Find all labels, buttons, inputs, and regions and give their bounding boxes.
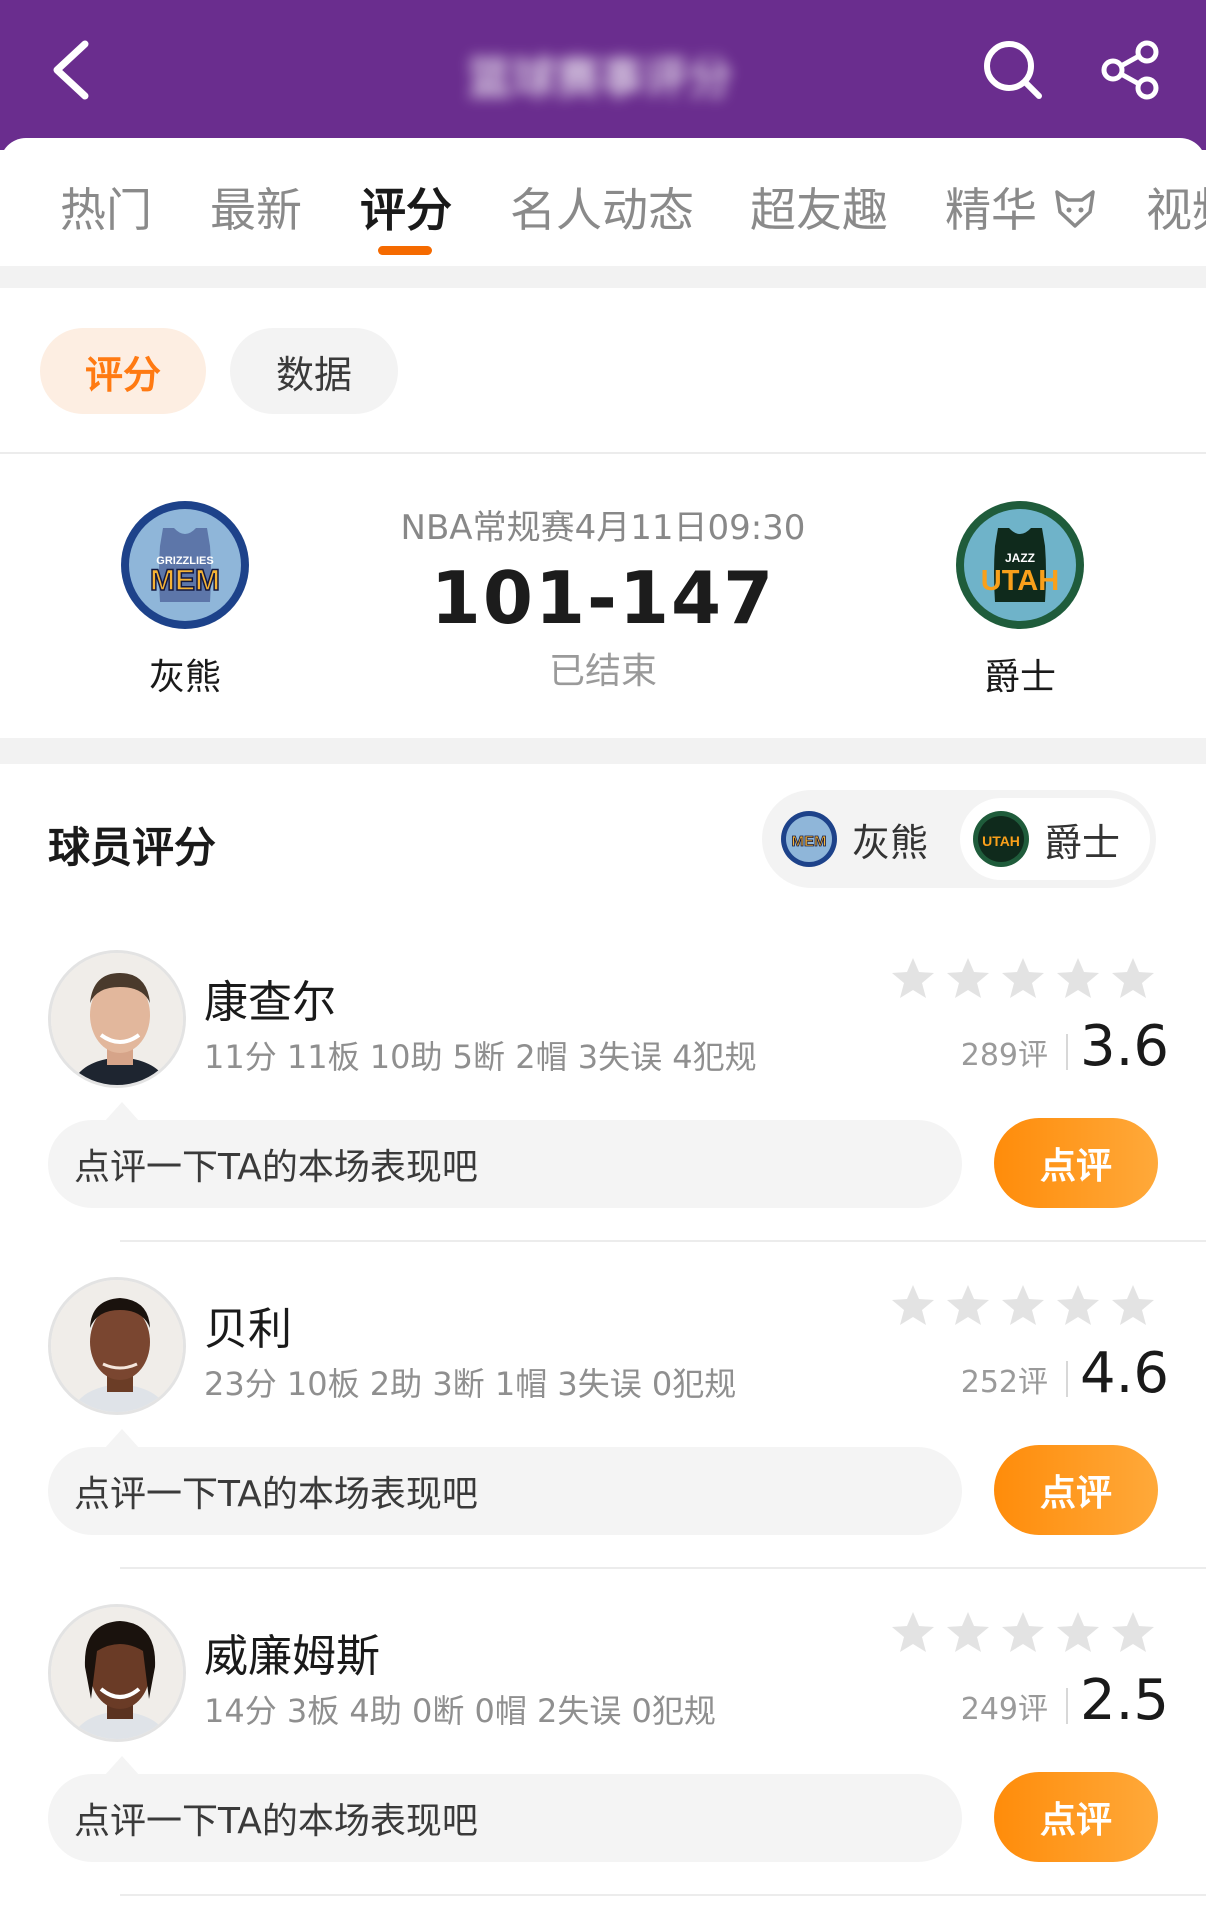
divider-line [120, 1567, 1206, 1569]
team-switch-away[interactable]: UTAH 爵士 [960, 798, 1150, 880]
chevron-left-icon [53, 40, 89, 100]
rating-count: 252评 [960, 1365, 1048, 1400]
team-switch: MEM 灰熊 UTAH 爵士 [762, 790, 1156, 888]
player-name: 康查尔 [204, 977, 336, 1028]
rate-button[interactable]: 点评 [994, 1772, 1158, 1862]
section-separator [0, 738, 1206, 764]
rating-count: 249评 [960, 1692, 1048, 1727]
tab-rating[interactable]: 评分 [360, 174, 452, 240]
subtab-data[interactable]: 数据 [230, 328, 398, 414]
away-team-name: 爵士 [983, 657, 1056, 698]
comment-input[interactable]: 点评一下TA的本场表现吧 [48, 1120, 962, 1208]
star-icon[interactable] [890, 1610, 936, 1656]
star-icon[interactable] [945, 956, 991, 1002]
tab-celebrity[interactable]: 名人动态 [510, 174, 694, 240]
section-separator [0, 266, 1206, 288]
back-button[interactable] [30, 30, 110, 110]
divider-line [0, 452, 1206, 454]
section-title: 球员评分 [48, 823, 217, 872]
divider-line [1066, 1688, 1068, 1724]
star-icon[interactable] [1110, 1283, 1156, 1329]
star-icon[interactable] [945, 1283, 991, 1329]
home-team-name: 灰熊 [148, 657, 221, 698]
star-icon[interactable] [1110, 1610, 1156, 1656]
grizzlies-mini-logo: MEM [781, 811, 837, 867]
player-stats: 14分 3板 4助 0断 0帽 2失误 0犯规 [204, 1692, 716, 1730]
star-icon[interactable] [1000, 1283, 1046, 1329]
tab-superfun[interactable]: 超友趣 [750, 174, 888, 240]
bubble-tip [104, 1756, 140, 1776]
divider-line [120, 1894, 1206, 1896]
rating-stars[interactable] [890, 1610, 1160, 1658]
comment-input[interactable]: 点评一下TA的本场表现吧 [48, 1447, 962, 1535]
star-icon[interactable] [1000, 956, 1046, 1002]
top-bar: 篮球赛事评分 [0, 0, 1206, 150]
subtab-rating[interactable]: 评分 [40, 328, 206, 414]
divider-line [1066, 1361, 1068, 1397]
svg-text:JAZZ: JAZZ [1005, 551, 1035, 565]
player-card: 贝利 23分 10板 2助 3断 1帽 3失误 0犯规 252评 4.6 点评一… [0, 1277, 1206, 1603]
player-name: 贝利 [204, 1304, 292, 1355]
team-switch-home-label: 灰熊 [852, 820, 929, 865]
main-tabs: 热门 最新 评分 名人动态 超友趣 精华 视频 [0, 138, 1206, 266]
svg-text:MEM: MEM [792, 833, 827, 850]
player-avatar [48, 1604, 186, 1742]
star-icon[interactable] [1055, 1283, 1101, 1329]
player-score: 4.6 [1080, 1341, 1170, 1406]
rating-count: 289评 [960, 1038, 1048, 1073]
star-icon[interactable] [890, 956, 936, 1002]
search-button[interactable] [975, 32, 1051, 108]
player-score: 3.6 [1080, 1014, 1170, 1079]
match-info: NBA常规赛4月11日09:30 [400, 508, 806, 548]
active-tab-indicator [378, 246, 432, 255]
rating-stars[interactable] [890, 1283, 1160, 1331]
rate-button[interactable]: 点评 [994, 1118, 1158, 1208]
jazz-mini-logo: UTAH [973, 811, 1029, 867]
player-avatar [48, 1277, 186, 1415]
player-stats: 11分 11板 10助 5断 2帽 3失误 4犯规 [204, 1038, 757, 1076]
svg-text:UTAH: UTAH [981, 565, 1059, 597]
match-score: 101-147 [430, 556, 776, 640]
team-switch-home[interactable]: MEM 灰熊 [768, 798, 958, 880]
rating-stars[interactable] [890, 956, 1160, 1004]
star-icon[interactable] [1110, 956, 1156, 1002]
star-icon[interactable] [1055, 1610, 1101, 1656]
tab-latest[interactable]: 最新 [210, 174, 302, 240]
tab-highlights-label: 精华 [945, 183, 1037, 237]
player-avatar [48, 950, 186, 1088]
star-icon[interactable] [945, 1610, 991, 1656]
svg-text:MEM: MEM [150, 564, 220, 597]
comment-input[interactable]: 点评一下TA的本场表现吧 [48, 1774, 962, 1862]
player-name: 威廉姆斯 [204, 1631, 380, 1682]
player-stats: 23分 10板 2助 3断 1帽 3失误 0犯规 [204, 1365, 737, 1403]
player-card: 康查尔 11分 11板 10助 5断 2帽 3失误 4犯规 289评 3.6 点… [0, 950, 1206, 1276]
star-icon[interactable] [1000, 1610, 1046, 1656]
team-switch-away-label: 爵士 [1044, 820, 1121, 865]
tab-video[interactable]: 视频 [1146, 174, 1206, 240]
svg-text:UTAH: UTAH [982, 833, 1020, 849]
match-status: 已结束 [548, 651, 657, 692]
divider-line [1066, 1034, 1068, 1070]
page-title: 篮球赛事评分 [468, 53, 732, 102]
bubble-tip [104, 1429, 140, 1449]
rate-button[interactable]: 点评 [994, 1445, 1158, 1535]
bubble-tip [104, 1102, 140, 1122]
tab-hot[interactable]: 热门 [60, 174, 152, 240]
jazz-logo: JAZZ UTAH [956, 501, 1084, 629]
share-button[interactable] [1093, 32, 1169, 108]
search-icon [984, 41, 1042, 99]
share-icon [1101, 40, 1159, 100]
fox-icon [1054, 190, 1095, 228]
star-icon[interactable] [890, 1283, 936, 1329]
player-card: 威廉姆斯 14分 3板 4助 0断 0帽 2失误 0犯规 249评 2.5 点评… [0, 1604, 1206, 1907]
grizzlies-logo: GRIZZLIES MEM [121, 501, 249, 629]
divider-line [120, 1240, 1206, 1242]
star-icon[interactable] [1055, 956, 1101, 1002]
player-score: 2.5 [1080, 1668, 1170, 1733]
tab-highlights[interactable]: 精华 [945, 174, 1098, 240]
